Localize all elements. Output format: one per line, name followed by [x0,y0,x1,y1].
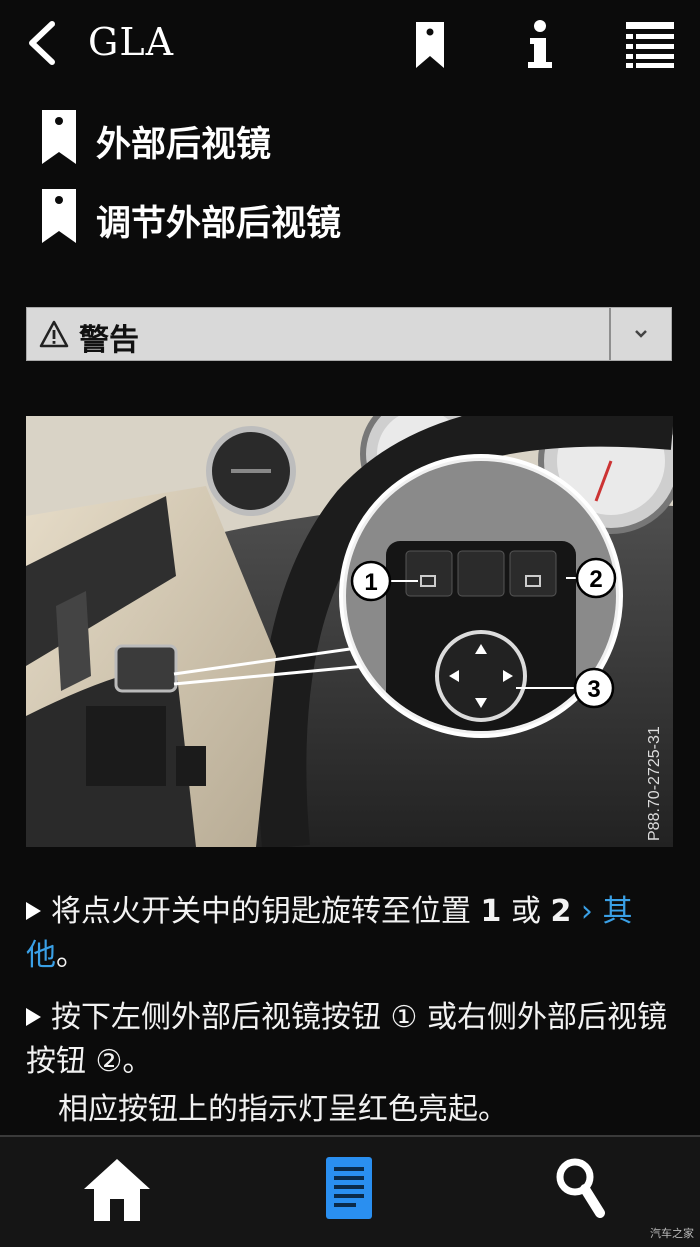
home-icon[interactable] [82,1157,152,1223]
mirror-controls-figure: 1 2 3 P88.70-2725-31 [26,416,673,847]
step-result: 相应按钮上的指示灯呈红色亮起。 [58,1092,508,1127]
callout-3: 3 [573,667,615,709]
svg-text:3: 3 [587,676,600,703]
breadcrumb-label: 调节外部后视镜 [96,204,342,244]
step-bullet-icon [26,1008,41,1026]
step-1-end: 。 [56,938,86,973]
svg-text:1: 1 [364,569,377,596]
warning-expander[interactable]: 警告 [26,307,672,361]
figure-code: P88.70-2725-31 [646,726,663,841]
bookmark-icon [42,110,76,164]
step-1-text: 将点火开关中的钥匙旋转至位置 [51,894,481,929]
callout-2: 2 [575,557,617,599]
top-bar: GLA [0,0,700,90]
warning-triangle-icon [39,320,69,348]
info-icon[interactable] [524,20,556,70]
step-bullet-icon [26,902,41,920]
step-1: 将点火开关中的钥匙旋转至位置 1 或 2 › 其他。 [26,890,676,978]
breadcrumb-label: 外部后视镜 [96,125,272,165]
watermark: 汽车之家 [650,1227,694,1240]
bookmark-icon[interactable] [414,20,446,70]
search-icon[interactable] [555,1157,605,1219]
callout-1: 1 [350,560,392,602]
warning-toggle[interactable] [609,308,671,360]
back-arrow-icon[interactable] [22,20,62,66]
breadcrumb-exterior-mirrors[interactable]: 外部后视镜 [40,108,660,168]
position-1: 1 [480,894,502,929]
chevron-down-icon [635,330,647,338]
warning-label: 警告 [79,323,139,358]
position-2: 2 [550,894,572,929]
step-1-or: 或 [501,894,551,929]
bookmark-icon [42,189,76,243]
table-of-contents-icon[interactable] [626,20,674,68]
step-2-text: 按下左侧外部后视镜按钮 ① 或右侧外部后视镜按钮 ②。 [26,1000,667,1079]
breadcrumb-adjust-mirrors[interactable]: 调节外部后视镜 [40,187,660,247]
bottom-nav [0,1135,700,1247]
document-icon[interactable] [326,1157,372,1219]
svg-text:2: 2 [589,566,602,593]
step-2: 按下左侧外部后视镜按钮 ① 或右侧外部后视镜按钮 ②。 [26,996,676,1084]
app-title: GLA [88,20,175,64]
